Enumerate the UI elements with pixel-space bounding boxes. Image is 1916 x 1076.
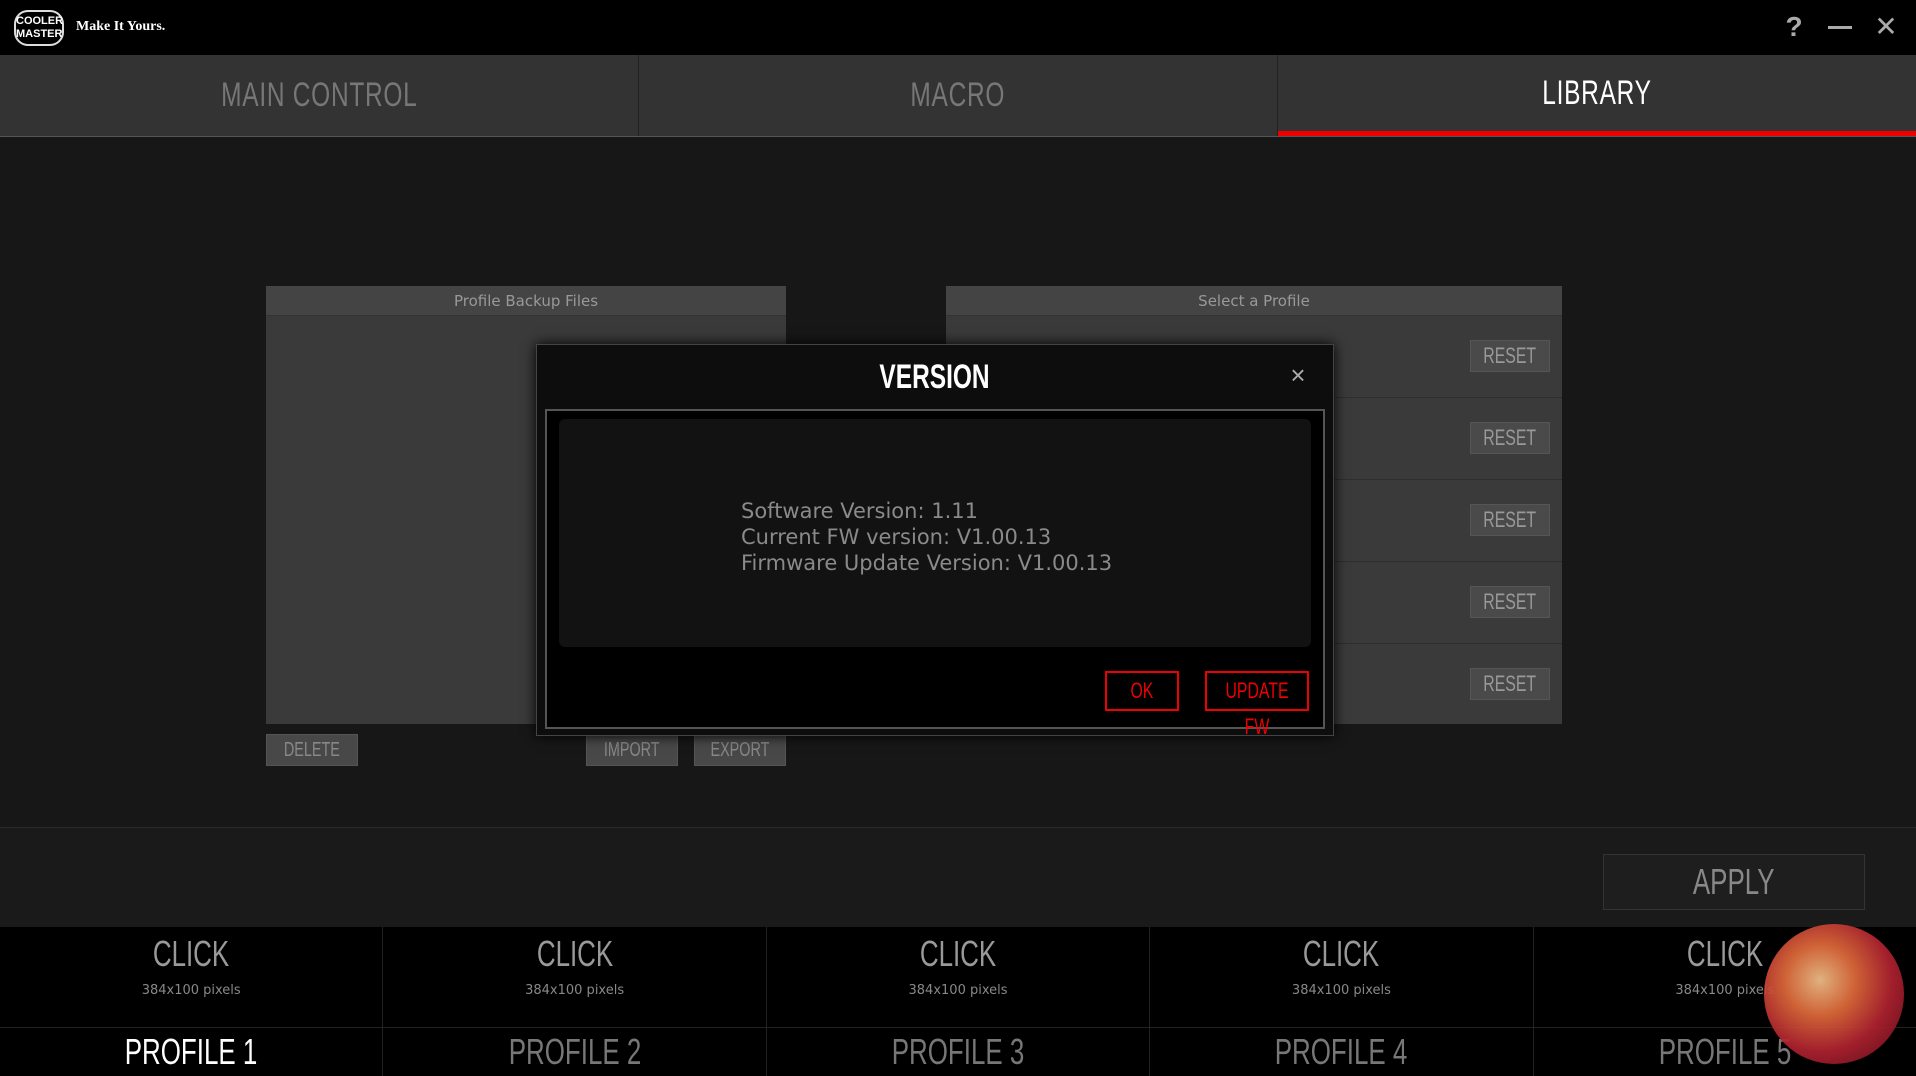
profile-bar: CLICK 384x100 pixels PROFILE 1 CLICK 384… — [0, 927, 1916, 1076]
reset-button[interactable]: RESET — [1470, 586, 1550, 618]
profile-slot-3[interactable]: CLICK 384x100 pixels PROFILE 3 — [766, 927, 1151, 1076]
profile-lcd-preview[interactable]: CLICK 384x100 pixels — [383, 927, 765, 1027]
site-watermark-logo — [1764, 924, 1904, 1064]
tab-macro[interactable]: MACRO — [639, 55, 1278, 136]
close-window-button[interactable]: ✕ — [1868, 10, 1904, 44]
profile-lcd-preview[interactable]: CLICK 384x100 pixels — [1150, 927, 1532, 1027]
apply-button[interactable]: APPLY — [1603, 854, 1865, 910]
current-fw-version-text: Current FW version: V1.00.13 — [741, 525, 1052, 549]
version-dialog: VERSION × Software Version: 1.11 Current… — [536, 344, 1334, 739]
cooler-master-logo: COOLER MASTER — [14, 10, 64, 46]
profile-name[interactable]: PROFILE 2 — [383, 1027, 766, 1076]
profile-name[interactable]: PROFILE 3 — [766, 1027, 1150, 1076]
profile-name[interactable]: PROFILE 1 — [0, 1027, 383, 1076]
dialog-title: VERSION — [879, 358, 991, 396]
profile-name[interactable]: PROFILE 4 — [1150, 1027, 1533, 1076]
help-button[interactable]: ? — [1776, 10, 1812, 44]
export-button[interactable]: EXPORT — [694, 734, 786, 766]
profile-lcd-preview[interactable]: CLICK 384x100 pixels — [767, 927, 1149, 1027]
tab-main-control[interactable]: MAIN CONTROL — [0, 55, 639, 136]
delete-button[interactable]: DELETE — [266, 734, 358, 766]
ok-button[interactable]: OK — [1105, 671, 1179, 711]
close-icon[interactable]: × — [1285, 362, 1311, 389]
update-fw-button[interactable]: UPDATE FW — [1205, 671, 1309, 739]
software-version-text: Software Version: 1.11 — [741, 499, 978, 523]
reset-button[interactable]: RESET — [1470, 668, 1550, 700]
firmware-update-version-text: Firmware Update Version: V1.00.13 — [741, 551, 1113, 575]
profile-lcd-preview[interactable]: CLICK 384x100 pixels — [0, 927, 382, 1027]
tab-library[interactable]: LIBRARY — [1278, 55, 1916, 136]
version-info-box: Software Version: 1.11 Current FW versio… — [559, 419, 1311, 647]
select-profile-header: Select a Profile — [946, 286, 1562, 316]
reset-button[interactable]: RESET — [1470, 340, 1550, 372]
backup-files-header: Profile Backup Files — [266, 286, 786, 316]
main-tabs: MAIN CONTROL MACRO LIBRARY — [0, 55, 1916, 137]
title-bar: COOLER MASTER Make It Yours. ? ✕ — [0, 0, 1916, 55]
minimize-icon — [1828, 26, 1852, 29]
minimize-button[interactable] — [1822, 10, 1858, 44]
reset-button[interactable]: RESET — [1470, 422, 1550, 454]
profile-slot-4[interactable]: CLICK 384x100 pixels PROFILE 4 — [1150, 927, 1534, 1076]
dialog-body: Software Version: 1.11 Current FW versio… — [545, 409, 1325, 739]
reset-button[interactable]: RESET — [1470, 504, 1550, 536]
profile-slot-2[interactable]: CLICK 384x100 pixels PROFILE 2 — [383, 927, 767, 1076]
tagline: Make It Yours. — [76, 19, 166, 34]
import-button[interactable]: IMPORT — [586, 734, 678, 766]
profile-slot-1[interactable]: CLICK 384x100 pixels PROFILE 1 — [0, 927, 384, 1076]
